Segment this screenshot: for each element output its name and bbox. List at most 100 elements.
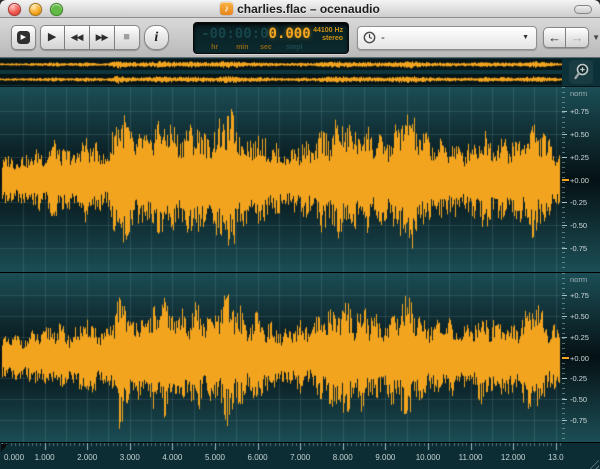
play-button[interactable]: ▶ [39,25,65,50]
sample-rate-label: 44100 Hz [313,26,344,34]
scale-tick-label: -0.75 [570,415,588,425]
channel-right: norm +0.75 +0.50 +0.25 +0.00 -0.25 -0.50 -0.75 [0,273,600,442]
time-label: 4.000 [162,453,183,462]
time-label: 5.000 [204,453,225,462]
time-label: 1.000 [34,453,55,462]
info-icon: i [154,29,159,45]
scale-tick [562,316,567,318]
time-label: 6.000 [247,453,268,462]
info-button[interactable]: i [143,25,170,50]
time-label: 8.000 [332,453,353,462]
play-selection-button[interactable]: ▶ [11,25,36,50]
combo-caret-icon: ▼ [522,33,530,41]
scale-tick-label: -0.50 [570,394,588,404]
scale-tick-label: -0.25 [570,198,588,208]
time-label: 11.000 [458,453,483,462]
nav-history-caret-icon[interactable]: ▼ [592,33,600,42]
nav-forward-button[interactable]: → [566,27,590,48]
scale-tick [562,134,567,136]
maximize-button[interactable] [50,3,63,16]
scale-tick-label: -0.75 [570,243,588,253]
play-icon: ▶ [47,31,57,43]
scale-tick-label: -0.25 [570,374,588,384]
fast-forward-icon: ▶▶ [95,32,109,42]
scale-tick [562,378,567,380]
time-format-selector[interactable]: - ▼ [357,25,538,50]
scale-tick [562,398,567,400]
scale-tick-label: +0.25 [570,332,589,342]
toolbar-toggle-button[interactable] [574,5,592,14]
scale-tick [562,336,567,338]
scale-tick [562,247,567,249]
unit-label-smpl: smpl [286,43,303,51]
toolbar: ▶ ▶ ◀◀ ▶▶ ■ i -00:00:00.000 hr min sec s… [0,18,600,58]
unit-label-min: min [236,43,249,51]
time-dim-digits: -00:00:0 [201,25,269,42]
navigation-buttons: ← → [543,27,590,48]
channel-left: norm +0.75 +0.50 +0.25 +0.00 -0.25 -0.50 -0.75 [0,87,600,273]
playhead-marker [1,444,8,452]
rewind-icon: ◀◀ [70,32,84,42]
scale-tick [562,178,569,181]
time-label: 3.000 [119,453,140,462]
time-label: 2.000 [77,453,98,462]
scale-tick-label: -0.50 [570,220,588,230]
time-label: 9.000 [375,453,396,462]
titlebar: ♪ charlies.flac – ocenaudio [0,0,600,18]
scale-tick-label: +0.50 [570,312,589,322]
time-digits: -00:00:00.000 [201,26,311,42]
overview-waveform[interactable] [0,58,562,87]
overview-side-panel [562,58,600,87]
scale-tick [562,156,567,158]
time-label: 12.000 [500,453,526,462]
format-info: 44100 Hz stereo [313,27,343,43]
waveform-channel-left[interactable] [0,87,562,272]
note-icon: ♪ [224,3,229,13]
unit-label-sec: sec [260,43,272,51]
back-arrow-icon: ← [548,30,562,45]
stop-icon: ■ [123,31,130,43]
play-selection-icon: ▶ [16,31,30,44]
scale-tick [562,356,569,359]
scale-tick [562,202,567,204]
window-controls [8,3,63,16]
window-title-text: charlies.flac – ocenaudio [237,1,380,16]
time-label: 13.0 [547,453,564,462]
scale-tick-label: +0.00 [570,353,589,363]
stop-button[interactable]: ■ [114,25,140,50]
unit-label-hr: hr [211,43,219,51]
audio-file-icon: ♪ [220,2,234,15]
scale-tick [562,419,567,421]
scale-tick-label: +0.00 [570,175,589,185]
rewind-button[interactable]: ◀◀ [64,25,90,50]
timeline[interactable]: 0.000 1.000 2.000 3.000 4.000 5.000 6.000 7.000… [0,442,600,469]
scale-tick [562,224,567,226]
forward-arrow-icon: → [570,30,584,45]
window-title: ♪ charlies.flac – ocenaudio [220,2,380,16]
scale-tick [562,295,567,297]
close-button[interactable] [8,3,21,16]
overview-strip [0,58,600,87]
scale-tick-label: +0.25 [570,152,589,162]
time-format-value: - [381,31,385,44]
time-display: -00:00:00.000 hr min sec smpl 44100 Hz s… [193,21,350,54]
time-label: 10.000 [415,453,441,462]
zoom-icon [574,63,589,80]
amplitude-scale-left: norm +0.75 +0.50 +0.25 +0.00 -0.25 -0.50 -0.75 [562,87,600,272]
fast-forward-button[interactable]: ▶▶ [89,25,115,50]
scale-tick-label: +0.75 [570,107,589,117]
norm-label: norm [570,89,588,98]
app-window: ♪ charlies.flac – ocenaudio ▶ ▶ ◀◀ ▶▶ ■ … [0,0,600,469]
scale-tick [562,111,567,113]
scale-tick-label: +0.50 [570,130,589,140]
norm-label: norm [570,275,588,284]
scale-tick-label: +0.75 [570,291,589,301]
minimize-button[interactable] [29,3,42,16]
waveform-channel-right[interactable] [0,273,562,442]
clock-icon [363,31,376,44]
time-value: 0.000 [268,25,311,42]
amplitude-scale-right: norm +0.75 +0.50 +0.25 +0.00 -0.25 -0.50 -0.75 [562,273,600,442]
nav-back-button[interactable]: ← [543,27,567,48]
zoom-in-button[interactable] [569,60,593,84]
time-label: 7.000 [290,453,311,462]
